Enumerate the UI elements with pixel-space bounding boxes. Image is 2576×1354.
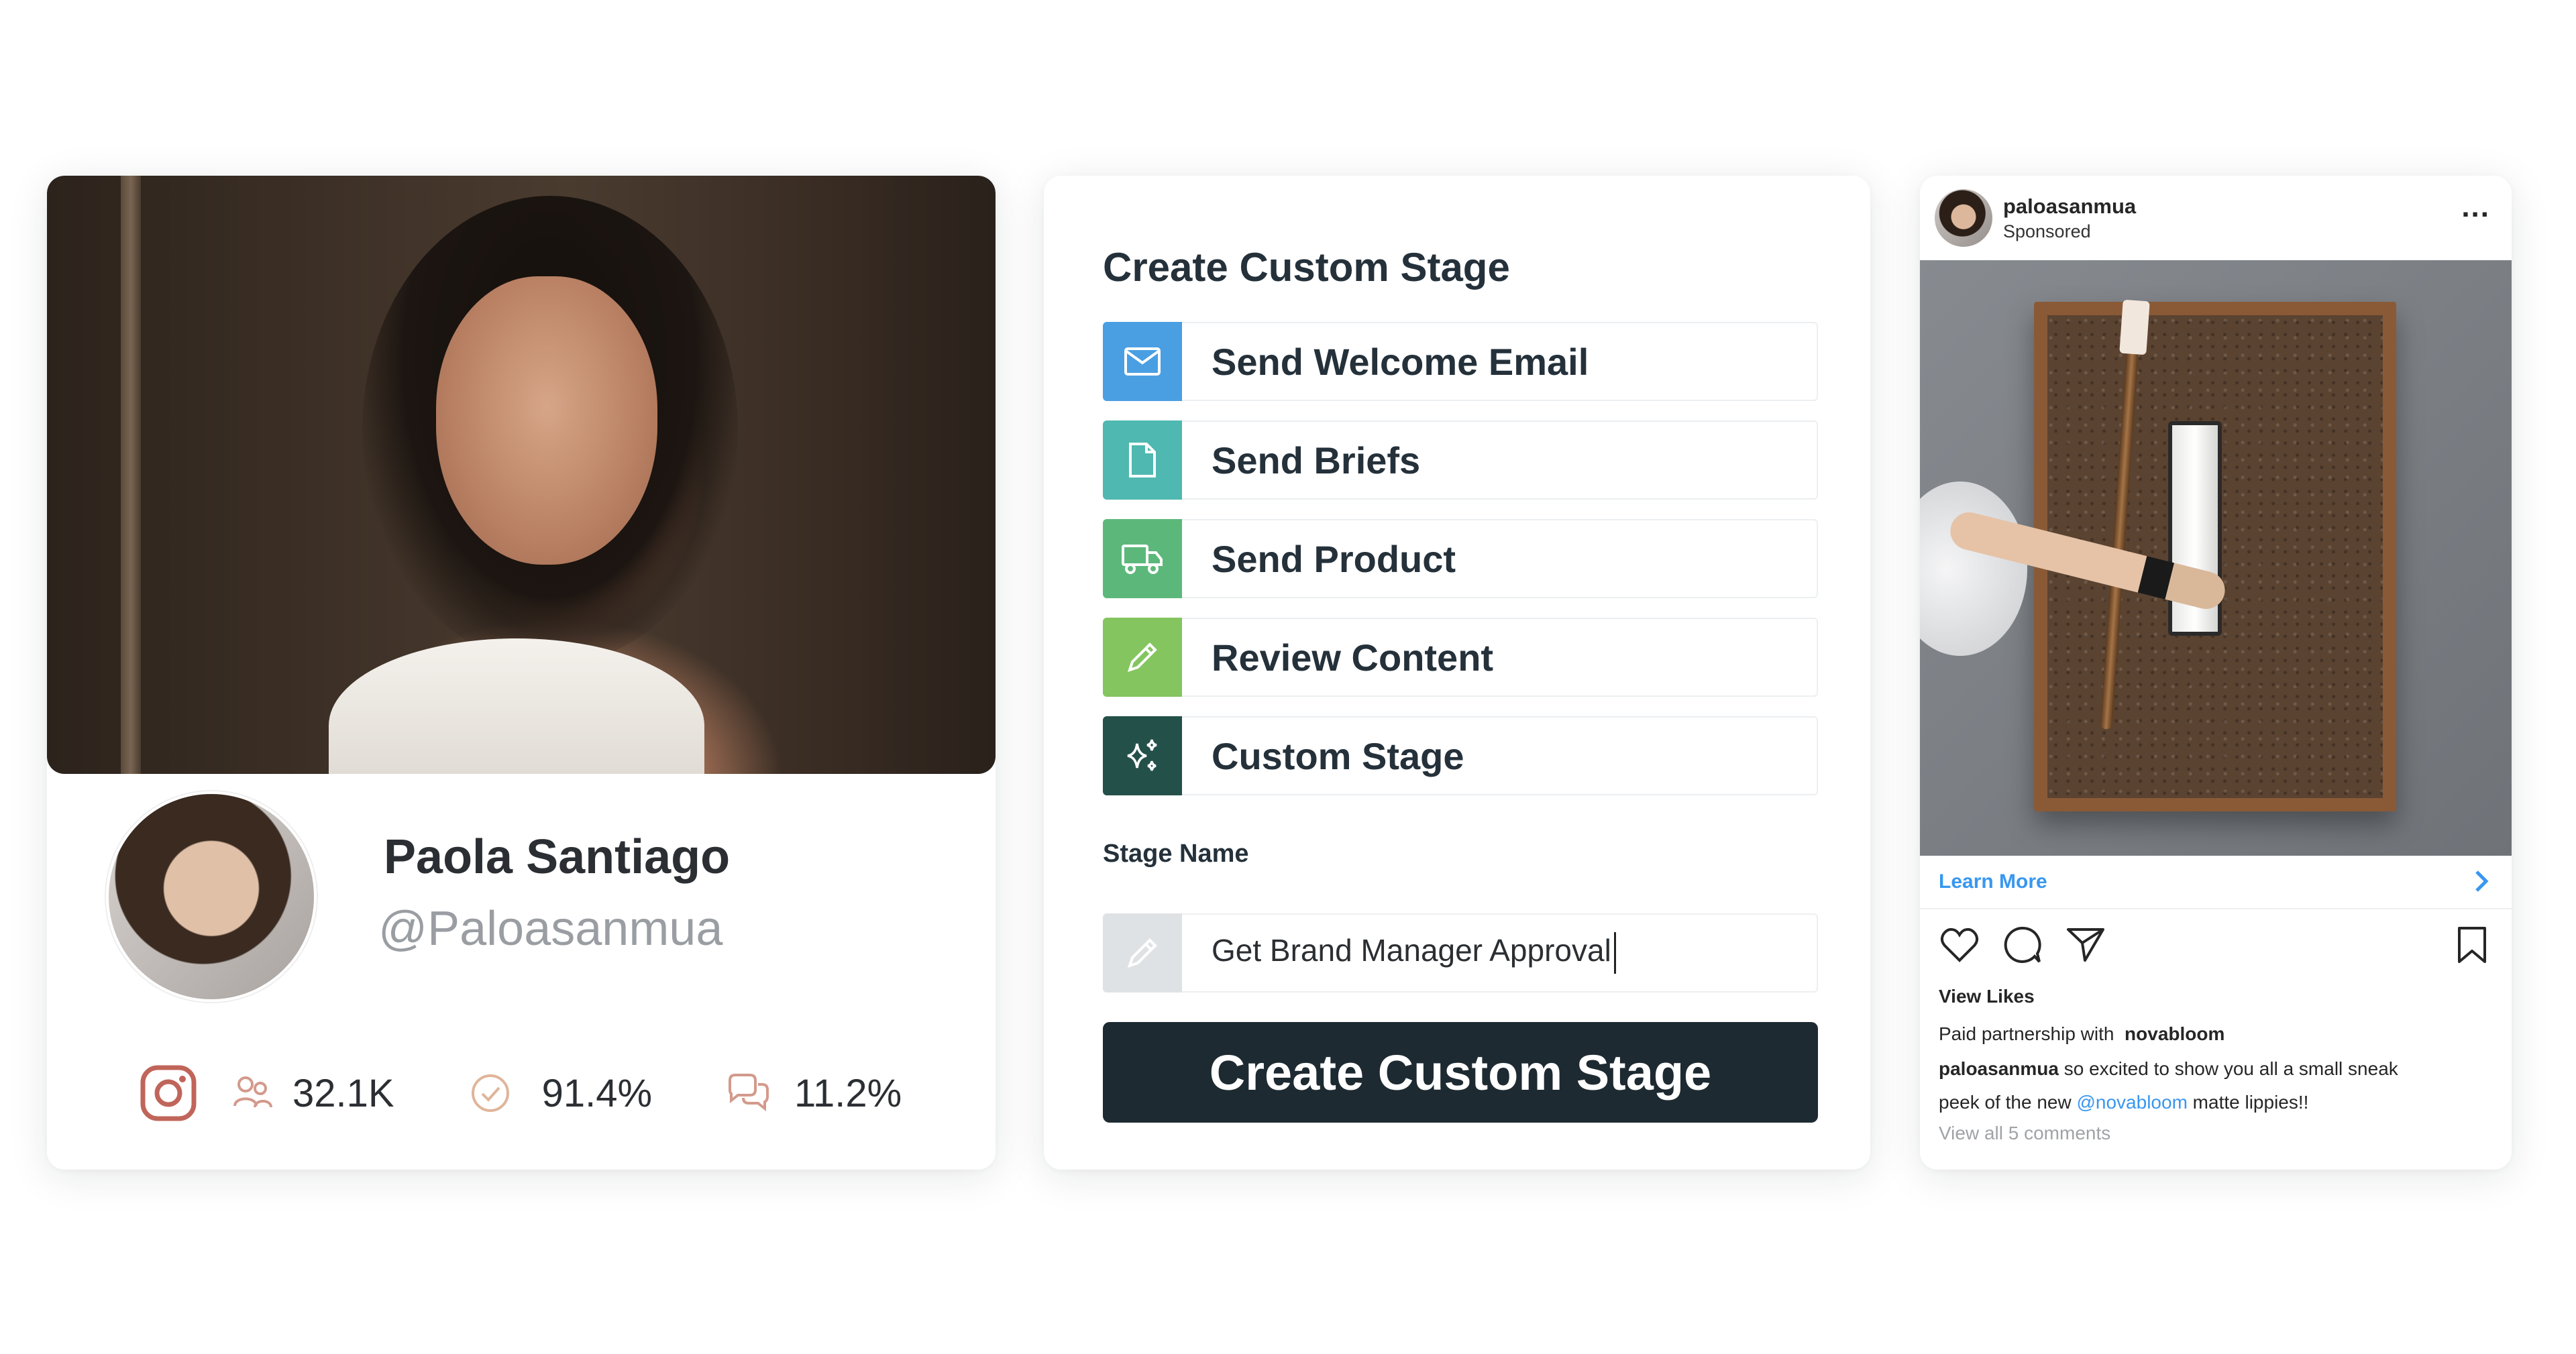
profile-cover-photo — [47, 176, 996, 774]
post-actions — [1936, 921, 2496, 975]
profile-stats: 32.1K 91.4% 11.2% — [140, 1060, 902, 1127]
stage-option-send-welcome-email[interactable]: Send Welcome Email — [1103, 322, 1818, 401]
followers-icon — [224, 1064, 282, 1122]
sponsored-label: Sponsored — [2003, 221, 2091, 241]
check-circle-icon — [462, 1064, 519, 1122]
avatar[interactable] — [106, 791, 317, 1002]
partner-link[interactable]: novabloom — [2125, 1023, 2224, 1044]
caption-username[interactable]: paloasanmua — [1939, 1058, 2059, 1079]
caption-line-2: peek of the new @novabloom matte lippies… — [1939, 1092, 2309, 1113]
engagement-rate: 11.2% — [794, 1071, 902, 1115]
truck-icon — [1103, 519, 1182, 598]
view-likes[interactable]: View Likes — [1939, 986, 2035, 1007]
more-options-icon[interactable]: ... — [2461, 190, 2490, 224]
mention-link[interactable]: @novabloom — [2076, 1092, 2187, 1113]
stage-option-review-content[interactable]: Review Content — [1103, 618, 1818, 697]
post-image[interactable] — [1920, 260, 2512, 856]
view-comments-link[interactable]: View all 5 comments — [1939, 1123, 2110, 1144]
text-caret — [1613, 932, 1616, 974]
stage-option-label: Send Welcome Email — [1212, 340, 1589, 383]
sparkle-icon — [1103, 716, 1182, 795]
instagram-post-card: paloasanmua Sponsored ... Learn More Vie… — [1920, 176, 2512, 1170]
comment-icon[interactable] — [1999, 921, 2046, 968]
heart-icon[interactable] — [1936, 921, 1983, 968]
instagram-icon[interactable] — [140, 1064, 197, 1122]
influencer-profile-card: Paola Santiago @Paloasanmua 32.1K 91.4% … — [47, 176, 996, 1170]
comments-icon — [719, 1064, 777, 1122]
post-avatar[interactable] — [1935, 189, 1992, 247]
stage-option-label: Custom Stage — [1212, 734, 1464, 777]
document-icon — [1103, 420, 1182, 500]
learn-more-label: Learn More — [1939, 870, 2047, 893]
caption-line-1: paloasanmua so excited to show you all a… — [1939, 1058, 2398, 1079]
chevron-right-icon — [2471, 866, 2491, 899]
stage-option-custom-stage[interactable]: Custom Stage — [1103, 716, 1818, 795]
share-icon[interactable] — [2062, 921, 2109, 968]
approval-rate: 91.4% — [541, 1071, 653, 1115]
partnership-line: Paid partnership with novabloom — [1939, 1023, 2225, 1044]
stage-builder-title: Create Custom Stage — [1103, 245, 1510, 290]
create-custom-stage-button[interactable]: Create Custom Stage — [1103, 1022, 1818, 1123]
stage-name-label: Stage Name — [1103, 840, 1249, 868]
stage-option-send-briefs[interactable]: Send Briefs — [1103, 420, 1818, 500]
create-stage-card: Create Custom Stage Send Welcome Email S… — [1044, 176, 1870, 1170]
envelope-icon — [1103, 322, 1182, 401]
profile-name: Paola Santiago — [384, 830, 731, 884]
stage-option-label: Review Content — [1212, 636, 1494, 679]
bookmark-icon[interactable] — [2449, 921, 2496, 968]
stage-option-label: Send Briefs — [1212, 439, 1421, 482]
stage-options-list: Send Welcome Email Send Briefs Send Prod… — [1103, 322, 1818, 815]
stage-name-input[interactable]: Get Brand Manager Approval — [1103, 913, 1818, 993]
followers-count: 32.1K — [292, 1071, 394, 1115]
stage-option-send-product[interactable]: Send Product — [1103, 519, 1818, 598]
post-header: paloasanmua Sponsored ... — [1920, 176, 2512, 260]
learn-more-link[interactable]: Learn More — [1920, 856, 2512, 909]
stage-option-label: Send Product — [1212, 537, 1456, 580]
pencil-icon — [1103, 913, 1182, 993]
post-username[interactable]: paloasanmua — [2003, 194, 2136, 219]
profile-handle[interactable]: @Paloasanmua — [378, 901, 722, 956]
stage-name-value[interactable]: Get Brand Manager Approval — [1212, 932, 1616, 974]
pencil-icon — [1103, 618, 1182, 697]
